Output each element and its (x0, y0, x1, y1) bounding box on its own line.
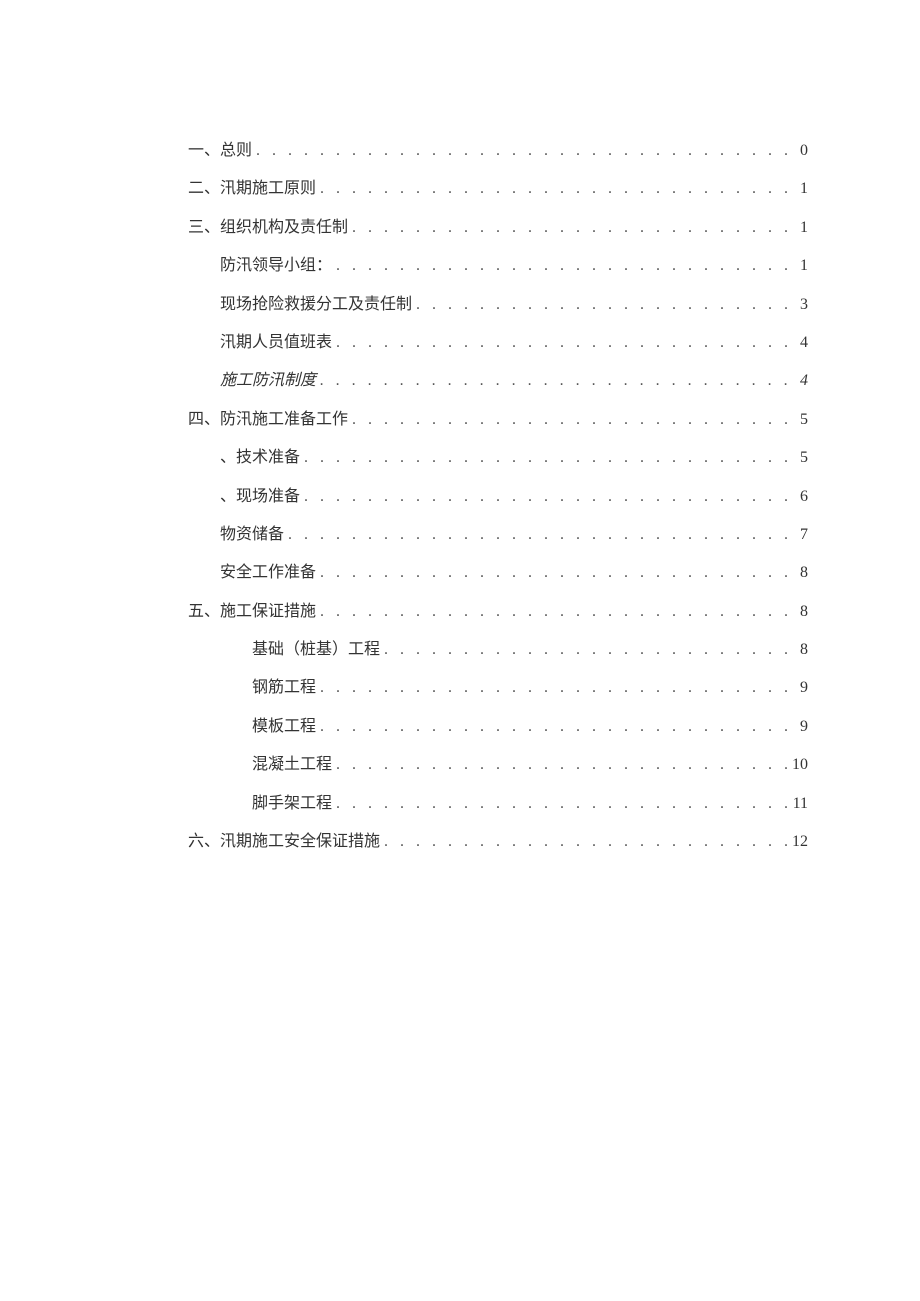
toc-page-number: 1 (792, 255, 808, 277)
toc-leader-dots (304, 486, 788, 508)
toc-entry: 六、汛期施工安全保证措施 12 (188, 831, 808, 853)
toc-label: 物资储备 (220, 524, 284, 546)
toc-leader-dots (336, 332, 788, 354)
toc-entry: 汛期人员值班表 4 (188, 332, 808, 354)
toc-leader-dots (416, 294, 788, 316)
toc-leader-dots (320, 562, 788, 584)
toc-entry: 施工防汛制度 4 (188, 370, 808, 392)
toc-label: 四、防汛施工准备工作 (188, 409, 348, 431)
table-of-contents: 一、总则 0 二、汛期施工原则 1 三、组织机构及责任制 1 防汛领导小组： 1 现场抢险救援分… (188, 140, 808, 853)
toc-entry: 一、总则 0 (188, 140, 808, 162)
toc-leader-dots (320, 601, 788, 623)
toc-entry: 、技术准备 5 (188, 447, 808, 469)
toc-entry: 四、防汛施工准备工作 5 (188, 409, 808, 431)
toc-page-number: 3 (792, 294, 808, 316)
toc-entry: 二、汛期施工原则 1 (188, 178, 808, 200)
toc-label: 混凝土工程 (252, 754, 332, 776)
toc-label: 钢筋工程 (252, 677, 316, 699)
toc-label: 施工防汛制度 (220, 370, 316, 392)
toc-leader-dots (320, 178, 788, 200)
toc-page-number: 1 (792, 178, 808, 200)
toc-leader-dots (336, 793, 788, 815)
toc-entry: 混凝土工程 10 (188, 754, 808, 776)
toc-page-number: 11 (792, 793, 808, 815)
toc-page-number: 4 (792, 332, 808, 354)
toc-leader-dots (320, 370, 788, 392)
toc-page-number: 7 (792, 524, 808, 546)
toc-leader-dots (288, 524, 788, 546)
toc-entry: 基础（桩基）工程 8 (188, 639, 808, 661)
toc-page-number: 10 (792, 754, 808, 776)
toc-entry: 防汛领导小组： 1 (188, 255, 808, 277)
toc-leader-dots (336, 255, 788, 277)
toc-label: 模板工程 (252, 716, 316, 738)
toc-page-number: 5 (792, 447, 808, 469)
toc-leader-dots (320, 716, 788, 738)
toc-leader-dots (352, 217, 788, 239)
toc-label: 三、组织机构及责任制 (188, 217, 348, 239)
toc-page-number: 1 (792, 217, 808, 239)
toc-label: 六、汛期施工安全保证措施 (188, 831, 380, 853)
toc-leader-dots (320, 677, 788, 699)
toc-leader-dots (304, 447, 788, 469)
toc-label: 脚手架工程 (252, 793, 332, 815)
toc-page-number: 6 (792, 486, 808, 508)
toc-leader-dots (384, 639, 788, 661)
toc-page-number: 9 (792, 677, 808, 699)
toc-entry: 物资储备 7 (188, 524, 808, 546)
toc-entry: 现场抢险救援分工及责任制 3 (188, 294, 808, 316)
toc-entry: 脚手架工程 11 (188, 793, 808, 815)
toc-page-number: 9 (792, 716, 808, 738)
toc-leader-dots (336, 754, 788, 776)
toc-label: 现场抢险救援分工及责任制 (220, 294, 412, 316)
toc-label: 汛期人员值班表 (220, 332, 332, 354)
toc-leader-dots (352, 409, 788, 431)
toc-leader-dots (256, 140, 788, 162)
toc-page-number: 4 (792, 370, 808, 392)
toc-page-number: 5 (792, 409, 808, 431)
toc-label: 五、施工保证措施 (188, 601, 316, 623)
toc-entry: 三、组织机构及责任制 1 (188, 217, 808, 239)
toc-page-number: 12 (792, 831, 808, 853)
toc-leader-dots (384, 831, 788, 853)
toc-label: 、技术准备 (220, 447, 300, 469)
toc-entry: 五、施工保证措施 8 (188, 601, 808, 623)
toc-label: 二、汛期施工原则 (188, 178, 316, 200)
toc-page-number: 8 (792, 601, 808, 623)
toc-page-number: 8 (792, 562, 808, 584)
toc-label: 防汛领导小组： (220, 255, 332, 277)
toc-label: 、现场准备 (220, 486, 300, 508)
toc-label: 一、总则 (188, 140, 252, 162)
toc-page-number: 8 (792, 639, 808, 661)
toc-page-number: 0 (792, 140, 808, 162)
toc-entry: 钢筋工程 9 (188, 677, 808, 699)
toc-label: 基础（桩基）工程 (252, 639, 380, 661)
toc-entry: 模板工程 9 (188, 716, 808, 738)
toc-entry: 安全工作准备 8 (188, 562, 808, 584)
toc-entry: 、现场准备 6 (188, 486, 808, 508)
toc-label: 安全工作准备 (220, 562, 316, 584)
